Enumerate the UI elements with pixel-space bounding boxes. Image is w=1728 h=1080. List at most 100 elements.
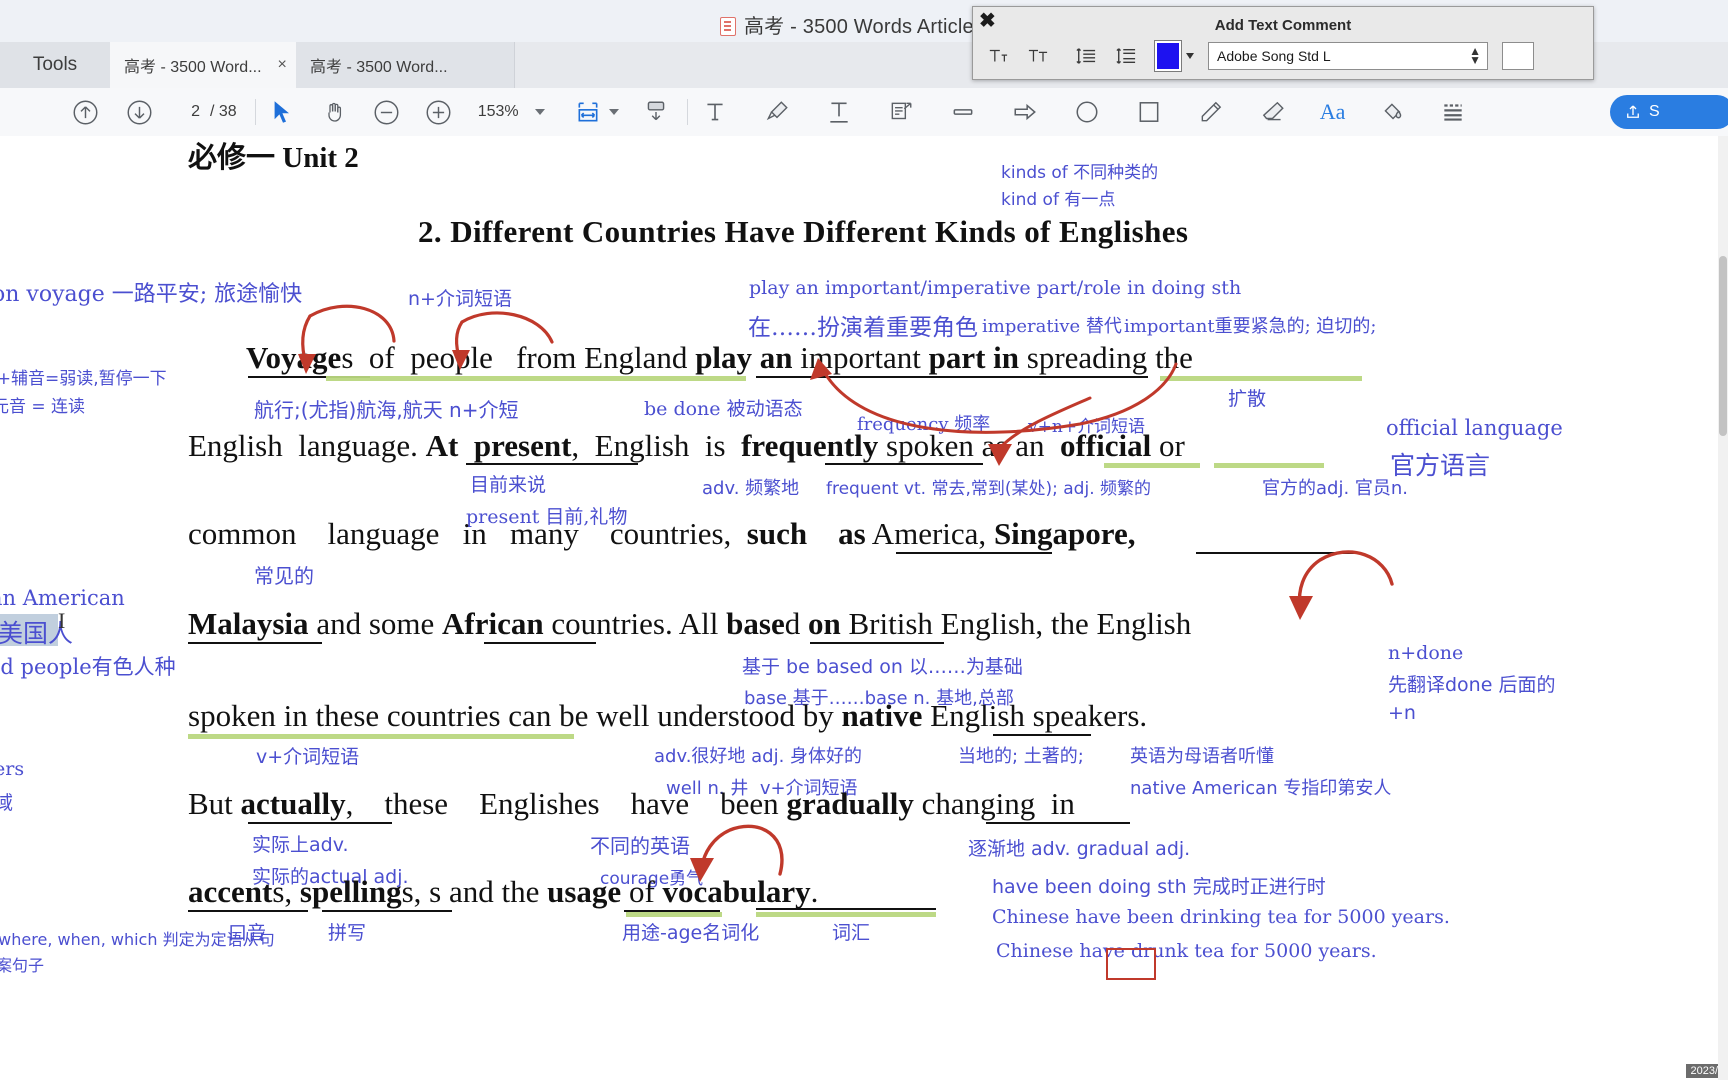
annotation-adv-frequently: adv. 频繁地	[702, 478, 800, 499]
annotation-v-prep-phrase: v+介词短语	[256, 746, 360, 768]
annotation-have-been-doing: have been doing sth 完成时正进行时	[992, 876, 1326, 898]
doc-line-5: spoken in these countries can be well un…	[188, 698, 1147, 734]
line-icon[interactable]	[946, 95, 980, 129]
word-countries: countries,	[609, 516, 732, 551]
highlight-of-people-from-england	[326, 376, 746, 381]
fit-width-icon[interactable]	[571, 95, 605, 129]
word-of7: of	[628, 874, 655, 909]
annotation-spelling-cn: 拼写	[328, 922, 367, 944]
annotation-different-englishes: 不同的英语	[590, 834, 690, 858]
annotation-official-language-en: official language	[1386, 416, 1563, 440]
font-family-select[interactable]: Adobe Song Std L ▲ ▼	[1208, 42, 1488, 70]
word-language: language.	[298, 428, 418, 463]
word-english: English	[188, 428, 283, 463]
highlight-spoken-in-these-countries	[188, 734, 574, 739]
tab-close-icon[interactable]: ×	[278, 56, 287, 74]
next-page-icon[interactable]	[122, 95, 156, 129]
pdf-page-canvas[interactable]: 必修一 Unit 2 kinds of 不同种类的 kind of 有一点 2.…	[0, 136, 1728, 1080]
doc-line-3: common language in many countries, such …	[188, 516, 1135, 552]
line-spacing-icon[interactable]	[1069, 41, 1103, 71]
tab-document-2[interactable]: 高考 - 3500 Word...	[296, 42, 515, 88]
doc-header: 必修一 Unit 2	[188, 142, 359, 174]
text-format-icon[interactable]: Aa	[1316, 95, 1350, 129]
word-of: of	[368, 340, 395, 375]
zoom-out-icon[interactable]	[370, 95, 404, 129]
page-indicator[interactable]: 2 / 38	[178, 103, 237, 121]
word-some4: some	[368, 606, 435, 641]
increase-font-size-icon[interactable]	[1021, 41, 1055, 71]
zoom-in-icon[interactable]	[422, 95, 456, 129]
highlighter-icon[interactable]	[760, 95, 794, 129]
scroll-mode-icon[interactable]	[639, 95, 673, 129]
paragraph-spacing-icon[interactable]	[1109, 41, 1143, 71]
word-gradually: gradually	[786, 786, 914, 821]
word-the: the	[1155, 340, 1193, 375]
word-comma6: ,	[345, 786, 354, 821]
text-cursor-icon: I	[58, 608, 66, 633]
annotation-example-sentence-1: Chinese have been drinking tea for 5000 …	[992, 906, 1450, 928]
share-label: S	[1649, 103, 1660, 120]
word-malaysia: Malaysia	[188, 606, 309, 641]
chevron-down-icon[interactable]	[1186, 53, 1194, 59]
stepper-icon[interactable]: ▲ ▼	[1469, 45, 1481, 66]
word-on4: on	[808, 606, 841, 641]
word-can5: can	[508, 698, 552, 733]
annotation-native-cn: 当地的; 土著的;	[958, 746, 1084, 767]
hand-tool-icon[interactable]	[318, 95, 352, 129]
add-text-comment-panel: ✖ Add Text Comment Adobe Song Std L ▲ ▼	[972, 6, 1594, 80]
word-african: African	[442, 606, 544, 641]
fill-color-icon[interactable]	[1376, 95, 1410, 129]
select-tool-icon[interactable]	[266, 95, 300, 129]
sticky-note-icon[interactable]	[884, 95, 918, 129]
highlight-vocabulary	[756, 912, 936, 917]
annotation-translate-done-first: 先翻译done 后面的	[1388, 674, 1556, 696]
underline-at-present	[466, 463, 638, 465]
decrease-font-size-icon[interactable]	[981, 41, 1015, 71]
underline-based-on	[810, 642, 944, 644]
vertical-scrollbar[interactable]	[1718, 136, 1728, 1080]
word-actually: actually	[240, 786, 346, 821]
word-important: important	[800, 340, 921, 375]
previous-page-icon[interactable]	[68, 95, 102, 129]
word-countries4: countries.	[551, 606, 673, 641]
add-text-icon[interactable]	[698, 95, 732, 129]
font-size-field[interactable]	[1502, 42, 1534, 70]
word-official: official	[1059, 428, 1152, 463]
arrow-icon[interactable]	[1008, 95, 1042, 129]
annotation-kind-of: kind of 有一点	[1001, 190, 1116, 210]
word-voyage: Voyage	[246, 340, 342, 375]
pencil-icon[interactable]	[1194, 95, 1228, 129]
word-but6: But	[188, 786, 233, 821]
color-swatch[interactable]	[1154, 40, 1182, 72]
word-s7: s,	[272, 874, 293, 909]
word-in: in	[993, 340, 1020, 375]
chevron-down-icon[interactable]	[534, 109, 545, 115]
list-lines-icon[interactable]	[1436, 95, 1470, 129]
zoom-level[interactable]: 153%	[478, 103, 519, 121]
eraser-icon[interactable]	[1256, 95, 1290, 129]
tab-document-1[interactable]: 高考 - 3500 Word... ×	[110, 42, 325, 88]
word-be5: be	[559, 698, 589, 733]
annotation-official-adj: 官方的adj. 官员n.	[1262, 478, 1409, 499]
fit-width-chevron-icon[interactable]	[608, 109, 619, 115]
word-period7: .	[810, 874, 819, 909]
word-such: such	[746, 516, 808, 551]
word-language3: language	[327, 516, 440, 551]
share-button[interactable]: S	[1610, 95, 1728, 129]
red-box-annotation	[1106, 948, 1156, 980]
text-color-picker[interactable]	[1154, 40, 1194, 72]
underline-text-icon[interactable]	[822, 95, 856, 129]
word-people: people	[410, 340, 493, 375]
word-frequently: frequently	[741, 428, 879, 463]
annotation-be-based-on: 基于 be based on 以……为基础	[742, 656, 1023, 678]
word-comma: ,	[571, 428, 580, 463]
rectangle-icon[interactable]	[1132, 95, 1166, 129]
scrollbar-thumb[interactable]	[1719, 256, 1727, 436]
page-date-badge: 2023/	[1686, 1064, 1722, 1078]
tools-button[interactable]: Tools	[0, 42, 111, 88]
word-understood5: understood	[657, 698, 795, 733]
ellipse-icon[interactable]	[1070, 95, 1104, 129]
page-current[interactable]: 2	[178, 103, 200, 121]
underline-accent	[188, 910, 308, 912]
word-singapore: Singapore,	[993, 516, 1136, 551]
